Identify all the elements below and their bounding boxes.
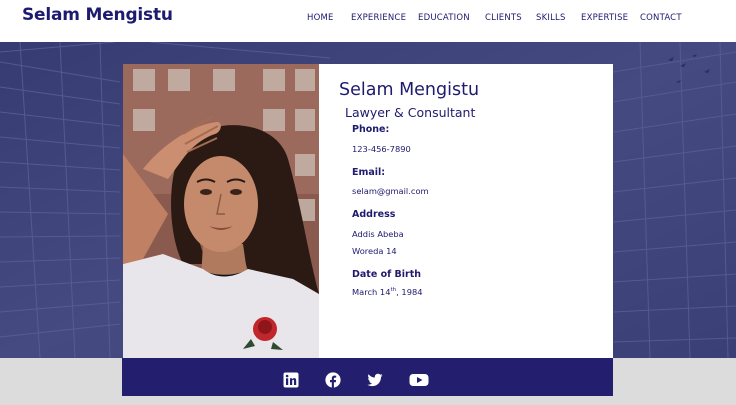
social-bar [122, 358, 613, 396]
phone-value: 123-456-7890 [352, 144, 411, 154]
nav-link-contact[interactable]: CONTACT [640, 13, 682, 23]
nav-link-clients[interactable]: CLIENTS [485, 13, 522, 23]
top-navbar: Selam Mengistu HOME EXPERIENCE EDUCATION… [0, 0, 736, 42]
profile-photo [123, 64, 319, 358]
email-value[interactable]: selam@gmail.com [352, 186, 429, 196]
facebook-icon[interactable] [325, 372, 341, 388]
dob-value: March 14th, 1984 [352, 287, 423, 297]
profile-card: Selam Mengistu Lawyer & Consultant Phone… [123, 64, 613, 358]
phone-label: Phone: [352, 124, 390, 135]
nav-menu: HOME EXPERIENCE EDUCATION CLIENTS SKILLS… [0, 13, 736, 27]
twitter-icon[interactable] [367, 372, 383, 388]
nav-link-expertise[interactable]: EXPERTISE [581, 13, 628, 23]
profile-title: Lawyer & Consultant [345, 105, 476, 120]
nav-link-skills[interactable]: SKILLS [536, 13, 566, 23]
youtube-icon[interactable] [409, 372, 429, 388]
address-label: Address [352, 209, 396, 220]
profile-info: Selam Mengistu Lawyer & Consultant Phone… [339, 64, 613, 358]
dob-month-day: March 14 [352, 287, 391, 297]
address-line-1: Addis Abeba [352, 229, 404, 239]
nav-link-home[interactable]: HOME [307, 13, 334, 23]
address-line-2: Woreda 14 [352, 246, 397, 256]
linkedin-icon[interactable] [283, 372, 299, 388]
profile-name: Selam Mengistu [339, 80, 480, 100]
nav-link-education[interactable]: EDUCATION [418, 13, 470, 23]
email-label: Email: [352, 167, 386, 178]
nav-link-experience[interactable]: EXPERIENCE [351, 13, 406, 23]
dob-label: Date of Birth [352, 269, 422, 280]
dob-year: , 1984 [396, 287, 423, 297]
